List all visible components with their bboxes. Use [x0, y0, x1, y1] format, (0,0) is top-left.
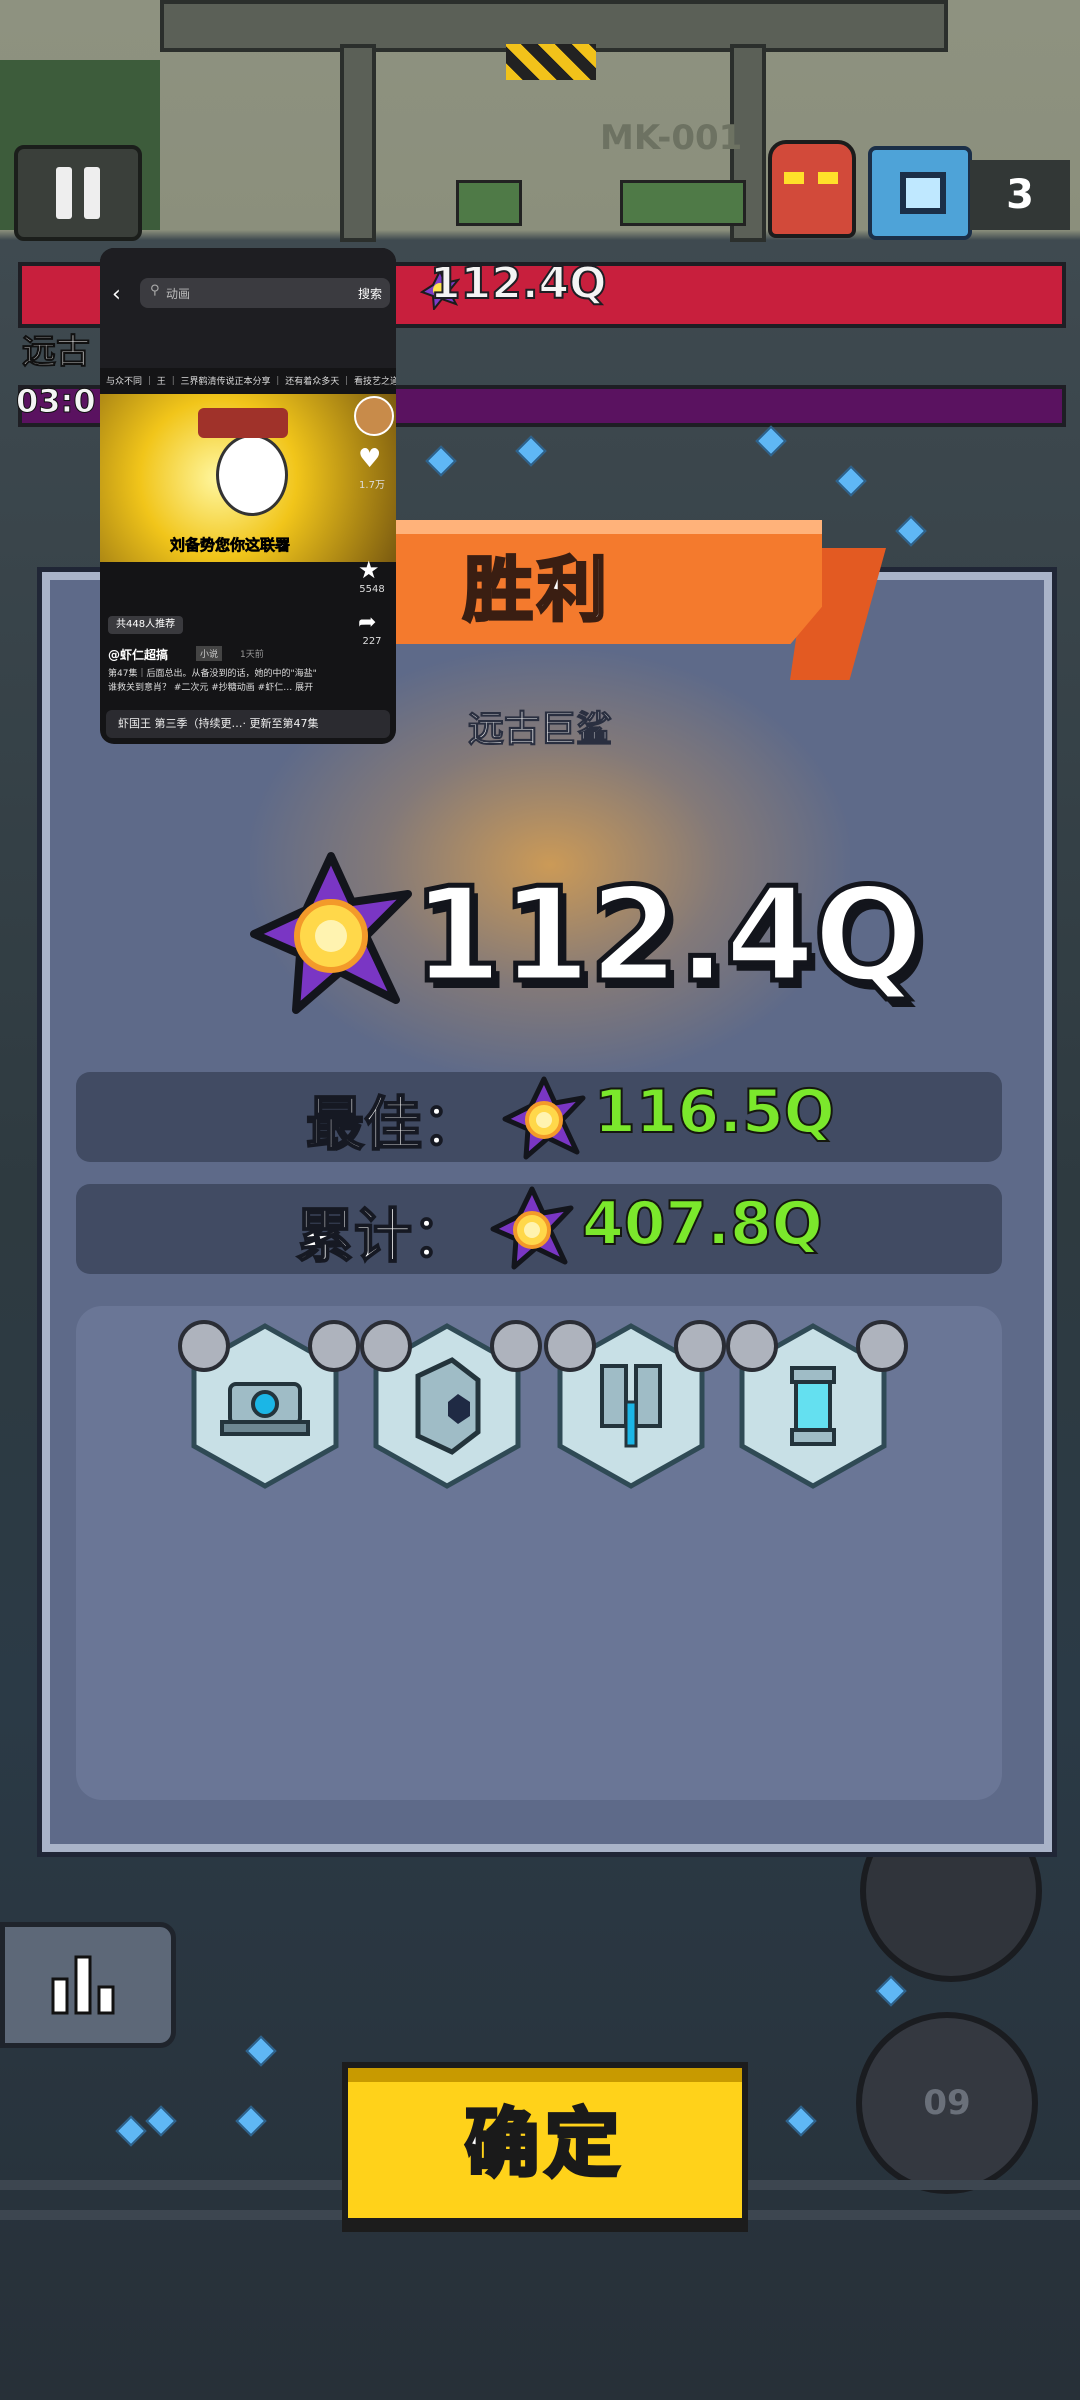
gear-icon: [490, 1320, 542, 1372]
damage-star-icon: [502, 1076, 586, 1160]
boss-name-label: 远古: [22, 332, 91, 373]
video-description: 谁救关到意肖？ #二次元 #抄糖动画 #虾仁… 展开: [108, 683, 314, 693]
boss-damage-readout: 112.4Q: [429, 257, 608, 310]
bar-chart-icon: [51, 1955, 115, 2015]
floating-video-window[interactable]: ‹ ⚲ 动画 搜索 与众不同 ｜ 王 ｜ 三界鹤清传说正本分享 ｜ 还有着众多天…: [100, 248, 396, 744]
turret-core-icon: [220, 1382, 310, 1436]
share-icon[interactable]: ➦: [358, 610, 376, 635]
confirm-label: 确定: [463, 2099, 625, 2189]
gear-icon: [674, 1320, 726, 1372]
stats-button[interactable]: [0, 1922, 176, 2048]
equipment-item[interactable]: [544, 1320, 736, 1502]
topic-strip[interactable]: 与众不同 ｜ 王 ｜ 三界鹤清传说正本分享 ｜ 还有着众多天 ｜ 看技艺之道分享…: [106, 374, 396, 388]
like-icon[interactable]: ♥: [358, 444, 381, 474]
shield-icon: [544, 1320, 596, 1372]
star-icon[interactable]: ★: [358, 556, 380, 584]
total-label: 累计：: [295, 1201, 471, 1271]
share-count: 227: [362, 636, 382, 647]
support-pillar: [340, 44, 376, 242]
post-time: 1天前: [240, 650, 264, 660]
crown-icon: [178, 1320, 230, 1372]
hazard-stripe: [506, 44, 596, 80]
boss-name: 远古巨鲨: [467, 709, 612, 751]
best-value: 116.5Q: [593, 1076, 836, 1148]
gear-icon: [308, 1320, 360, 1372]
equipment-item[interactable]: [726, 1320, 918, 1502]
shield-icon: [726, 1320, 778, 1372]
crate: [620, 180, 746, 226]
total-value: 407.8Q: [581, 1188, 824, 1260]
like-count: 1.7万: [359, 480, 385, 491]
video-subtitle: 刘备势您你这联署: [169, 536, 291, 555]
author-avatar[interactable]: [354, 396, 394, 436]
video-tag: 小说: [196, 646, 223, 661]
gear-icon: [856, 1320, 908, 1372]
equipment-item[interactable]: [360, 1320, 552, 1502]
twin-barrel-icon: [600, 1364, 662, 1448]
damage-star-icon: [490, 1186, 574, 1270]
video-description: 第47集｜后面总出。从备没到的话，她的中的"海盐": [108, 669, 317, 679]
damage-star-icon: [248, 850, 414, 1016]
skill-cooldown-button[interactable]: 09: [856, 2012, 1038, 2194]
series-bar[interactable]: 虾国王 第三季（持续更…· 更新至第47集: [106, 710, 390, 738]
search-button[interactable]: 搜索: [358, 285, 382, 302]
crate: [456, 180, 522, 226]
back-icon[interactable]: ‹: [112, 282, 121, 307]
author-name[interactable]: @虾仁超搞: [108, 646, 168, 663]
enemy-face-icon: [768, 140, 856, 238]
wall-code: MK-001: [600, 118, 743, 158]
pause-icon: [56, 167, 72, 219]
recommend-chip[interactable]: 共448人推荐: [108, 616, 184, 634]
energy-cell-icon: [790, 1366, 836, 1446]
victory-title: 胜利: [462, 547, 611, 632]
stage-counter: 3: [970, 160, 1070, 230]
timer: 03:0: [16, 382, 97, 421]
damage-value: 112.4Q: [410, 857, 927, 1014]
treasure-chest-icon[interactable]: [868, 146, 972, 240]
shield-plate-icon: [415, 1357, 481, 1455]
search-input[interactable]: ⚲ 动画 搜索: [140, 278, 390, 308]
pause-button[interactable]: [14, 145, 142, 241]
star-count: 5548: [359, 584, 385, 595]
best-label: 最佳：: [305, 1089, 481, 1159]
shield-icon: [360, 1320, 412, 1372]
search-icon: ⚲: [150, 283, 160, 298]
